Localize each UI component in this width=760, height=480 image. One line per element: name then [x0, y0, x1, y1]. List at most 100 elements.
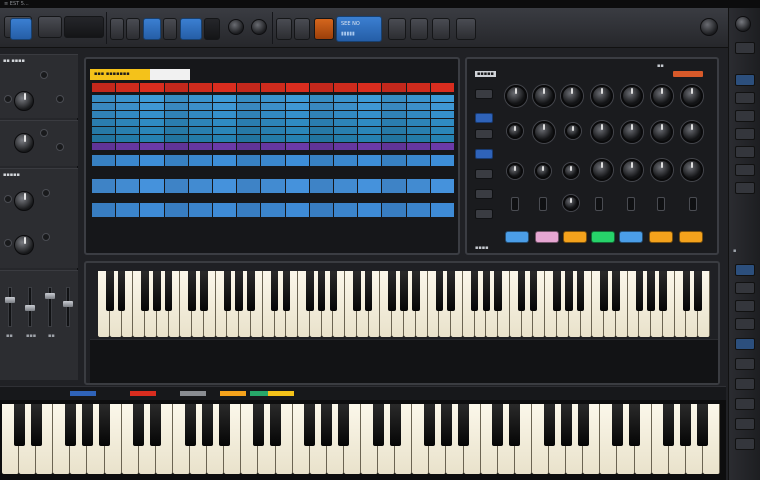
grid-clip-cell[interactable]: [309, 103, 334, 110]
grid-clip-cell[interactable]: [406, 83, 430, 92]
rail-button-16[interactable]: [735, 398, 755, 410]
grid-clip-cell[interactable]: [140, 143, 164, 150]
grid-clip-cell[interactable]: [92, 203, 116, 217]
black-key[interactable]: [447, 271, 455, 311]
grid-clip-cell[interactable]: [213, 143, 237, 150]
black-key[interactable]: [492, 404, 504, 446]
grid-clip-cell[interactable]: [116, 119, 140, 126]
grid-clip-cell[interactable]: [261, 127, 285, 134]
black-key[interactable]: [106, 271, 114, 311]
synth-side-button-2[interactable]: [475, 113, 493, 123]
toolbar-knob-2[interactable]: [251, 19, 267, 35]
grid-clip-cell[interactable]: [116, 203, 140, 217]
synth-side-button-7[interactable]: [475, 209, 493, 219]
rail-button-13[interactable]: [735, 338, 755, 350]
black-key[interactable]: [694, 271, 702, 311]
grid-clip-cell[interactable]: [237, 155, 261, 166]
grid-clip-cell[interactable]: [261, 95, 285, 102]
grid-clip-cell[interactable]: [237, 95, 261, 102]
black-key[interactable]: [389, 404, 401, 446]
grid-clip-cell[interactable]: [188, 127, 213, 134]
synth-knob-r3-5[interactable]: [621, 159, 643, 181]
black-key[interactable]: [611, 404, 623, 446]
left-knob-1[interactable]: [14, 91, 34, 111]
grid-clip-cell[interactable]: [237, 203, 261, 217]
grid-clip-cell[interactable]: [164, 127, 188, 134]
grid-clip-cell[interactable]: [164, 203, 188, 217]
synth-knob-r1-3[interactable]: [561, 85, 583, 107]
grid-clip-cell[interactable]: [406, 203, 430, 217]
grid-clip-cell[interactable]: [261, 103, 285, 110]
synth-pad[interactable]: [679, 231, 703, 243]
synth-knob-r3-2[interactable]: [535, 163, 551, 179]
grid-clip-cell[interactable]: [140, 111, 164, 118]
grid-clip-cell[interactable]: [358, 135, 382, 142]
grid-clip-cell[interactable]: [382, 179, 406, 193]
grid-clip-cell[interactable]: [116, 179, 140, 193]
toolbar-button-12[interactable]: [410, 18, 428, 40]
grid-clip-cell[interactable]: [140, 135, 164, 142]
grid-clip-cell[interactable]: [309, 143, 334, 150]
black-key[interactable]: [282, 271, 291, 311]
black-key[interactable]: [317, 271, 326, 311]
grid-clip-cell[interactable]: [358, 203, 382, 217]
black-key[interactable]: [270, 404, 281, 446]
black-key[interactable]: [153, 271, 161, 311]
grid-clip-cell[interactable]: [382, 143, 406, 150]
grid-clip-cell[interactable]: [309, 127, 334, 134]
synth-toggle-3[interactable]: [595, 197, 603, 211]
black-key[interactable]: [188, 271, 196, 311]
master-volume-knob[interactable]: [700, 18, 718, 36]
grid-clip-cell[interactable]: [237, 119, 261, 126]
synth-knob-r3-1[interactable]: [507, 163, 523, 179]
synth-knob-r1-6[interactable]: [651, 85, 673, 107]
grid-clip-cell[interactable]: [309, 111, 334, 118]
grid-clip-cell[interactable]: [188, 179, 213, 193]
grid-clip-cell[interactable]: [92, 111, 116, 118]
rail-button-7[interactable]: [735, 164, 755, 176]
grid-clip-cell[interactable]: [382, 119, 406, 126]
grid-clip-cell[interactable]: [164, 119, 188, 126]
black-key[interactable]: [164, 271, 173, 311]
grid-clip-cell[interactable]: [430, 119, 455, 126]
rail-button-9[interactable]: [735, 264, 755, 276]
black-key[interactable]: [252, 404, 264, 446]
grid-clip-cell[interactable]: [358, 155, 382, 166]
black-key[interactable]: [647, 271, 655, 311]
synth-knob-r2-3[interactable]: [565, 123, 581, 139]
grid-clip-cell[interactable]: [188, 95, 213, 102]
black-key[interactable]: [565, 271, 573, 311]
synth-knob-r4-1[interactable]: [563, 195, 579, 211]
grid-clip-cell[interactable]: [334, 83, 358, 92]
rail-button-15[interactable]: [735, 378, 755, 390]
black-key[interactable]: [200, 271, 208, 311]
grid-clip-cell[interactable]: [92, 83, 116, 92]
grid-clip-cell[interactable]: [116, 95, 140, 102]
synth-knob-r1-5[interactable]: [621, 85, 643, 107]
grid-clip-cell[interactable]: [188, 203, 213, 217]
grid-clip-cell[interactable]: [92, 103, 116, 110]
synth-knob-r1-1[interactable]: [505, 85, 527, 107]
left-knob-3[interactable]: [14, 191, 34, 211]
grid-clip-cell[interactable]: [285, 155, 309, 166]
synth-pad[interactable]: [649, 231, 673, 243]
grid-clip-cell[interactable]: [406, 95, 430, 102]
grid-clip-cell[interactable]: [334, 155, 358, 166]
grid-clip-cell[interactable]: [309, 83, 334, 92]
grid-clip-cell[interactable]: [406, 119, 430, 126]
grid-clip-cell[interactable]: [237, 135, 261, 142]
synth-knob-r2-1[interactable]: [507, 123, 523, 139]
synth-knob-r3-6[interactable]: [651, 159, 673, 181]
synth-knob-r2-6[interactable]: [651, 121, 673, 143]
synth-knob-r2-4[interactable]: [591, 121, 613, 143]
toolbar-button-2[interactable]: [38, 16, 62, 38]
grid-clip-cell[interactable]: [116, 127, 140, 134]
toolbar-button-6[interactable]: [163, 18, 177, 40]
grid-clip-cell[interactable]: [237, 83, 261, 92]
rail-button-14[interactable]: [735, 358, 755, 370]
black-key[interactable]: [576, 271, 585, 311]
grid-clip-cell[interactable]: [213, 179, 237, 193]
grid-clip-cell[interactable]: [213, 127, 237, 134]
black-key[interactable]: [30, 404, 42, 446]
left-knob-4[interactable]: [14, 235, 34, 255]
